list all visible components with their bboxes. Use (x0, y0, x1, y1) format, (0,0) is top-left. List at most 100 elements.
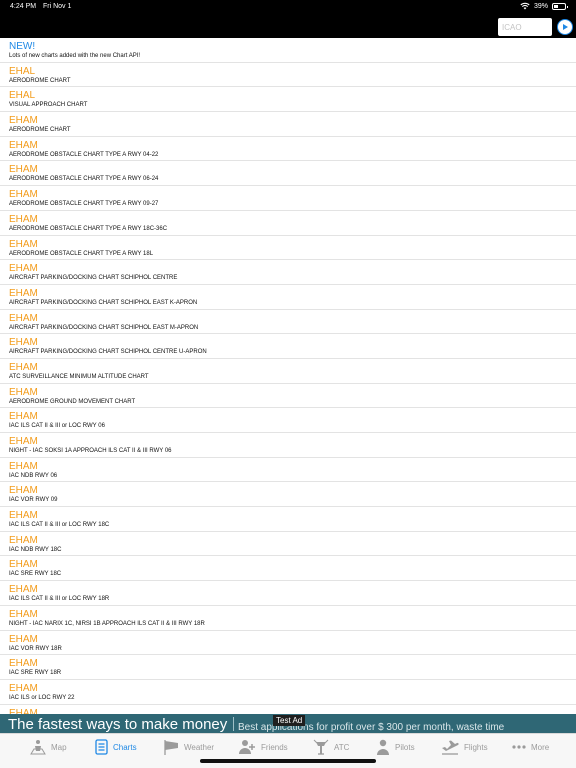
chart-name: IAC VOR RWY 18R (9, 645, 62, 652)
windsock-icon (163, 739, 179, 755)
chart-icao: EHAM (9, 436, 38, 447)
chart-row[interactable]: EHAM IAC VOR RWY 18R (0, 631, 576, 656)
chart-name: NIGHT - IAC SOKSI 1A APPROACH ILS CAT II… (9, 448, 172, 454)
chart-row[interactable]: EHAM AIRCRAFT PARKING/DOCKING CHART SCHIP… (0, 260, 576, 285)
ad-banner[interactable]: The fastest ways to make money Best appl… (0, 714, 576, 733)
tab-label: Map (51, 742, 67, 752)
tab-charts[interactable]: Charts (95, 737, 137, 757)
tab-flights[interactable]: Flights (441, 737, 488, 757)
chart-row[interactable]: EHAM AERODROME OBSTACLE CHART TYPE A RWY … (0, 137, 576, 162)
chart-icao: EHAM (9, 584, 38, 596)
pilot-person-icon (376, 739, 390, 755)
chart-list[interactable]: NEW! Lots of new charts added with the n… (0, 38, 576, 714)
tab-atc[interactable]: ATC (313, 737, 349, 757)
plane-departure-icon (441, 739, 459, 755)
nav-bar (0, 14, 576, 38)
chart-row[interactable]: EHAM IAC VOR RWY 09 (0, 482, 576, 508)
chart-icao: EHAM (9, 115, 38, 127)
icao-search-input[interactable] (498, 18, 552, 36)
chart-icao: EHAL (9, 65, 36, 77)
chart-row[interactable]: EHAM AERODROME CHART (0, 112, 576, 137)
tab-friends[interactable]: Friends (239, 737, 288, 757)
chart-row[interactable]: EHAM IAC ILS CAT II & III or LOC RWY 18R (0, 581, 576, 606)
ad-headline: The fastest ways to make money (8, 716, 228, 733)
news-title: NEW! (9, 41, 36, 52)
tab-label: Friends (261, 742, 288, 752)
chart-name: AIRCRAFT PARKING/DOCKING CHART SCHIPHOL … (9, 299, 198, 306)
wifi-icon (520, 2, 530, 10)
chart-row[interactable]: EHAL AERODROME CHART (0, 63, 576, 88)
chart-row[interactable]: EHAM AIRCRAFT PARKING/DOCKING CHART SCHIP… (0, 310, 576, 335)
document-list-icon (95, 739, 108, 755)
chart-row[interactable]: EHAM AERODROME OBSTACLE CHART TYPE A RWY … (0, 236, 576, 261)
tab-more[interactable]: More (512, 737, 549, 757)
chart-icao: EHAM (9, 238, 38, 250)
chart-name: IAC ILS CAT II & III or LOC RWY 18R (9, 596, 110, 603)
chart-row[interactable]: EHAM NIGHT - IAC NARIX 1C, NIRSI 1B APPRO… (0, 606, 576, 631)
battery-percentage: 39% (533, 2, 548, 10)
chart-icao: EHAM (9, 386, 38, 398)
chart-name: ATC SURVEILLANCE MINIMUM ALTITUDE CHART (9, 373, 149, 380)
chart-row[interactable]: EHAM AERODROME OBSTACLE CHART TYPE A RWY … (0, 211, 576, 236)
chart-row[interactable]: EHAM IAC SRE RWY 18R (0, 655, 576, 680)
news-subtitle: Lots of new charts added with the new Ch… (9, 53, 141, 59)
home-indicator (200, 759, 376, 763)
chart-name: AERODROME CHART (9, 127, 71, 134)
chart-name: IAC NDB RWY 18C (9, 546, 62, 553)
search-go-button[interactable] (557, 19, 573, 35)
chart-icao: EHAM (9, 460, 38, 472)
chart-name: IAC ILS CAT II & III or LOC RWY 06 (9, 423, 105, 430)
chart-name: AERODROME OBSTACLE CHART TYPE A RWY 06-2… (9, 176, 159, 183)
chart-icao: EHAM (9, 682, 38, 694)
ad-test-label: Test Ad (273, 715, 306, 726)
chart-row[interactable]: EHAM IAC NDB RWY 06 (0, 458, 576, 483)
chart-icao: EHAM (9, 213, 38, 225)
chart-row[interactable]: EHAM IAC ILS CAT II & III or LOC RWY 18C (0, 507, 576, 532)
status-bar: 4:24 PM Fri Nov 1 39% (0, 0, 576, 14)
chart-icao: EHAM (9, 361, 38, 373)
tab-label: Flights (464, 742, 488, 752)
battery-icon (552, 2, 568, 10)
ad-divider (233, 717, 234, 731)
chart-row[interactable]: EHAM AERODROME OBSTACLE CHART TYPE A RWY … (0, 161, 576, 187)
chart-name: AIRCRAFT PARKING/DOCKING CHART SCHIPHOL … (9, 349, 207, 356)
chart-icao: EHAM (9, 485, 38, 497)
chart-row[interactable]: EHAL VISUAL APPROACH CHART (0, 87, 576, 113)
tab-map[interactable]: Map (30, 737, 67, 757)
chart-row[interactable]: EHAM AIRCRAFT PARKING/DOCKING CHART SCHIP… (0, 334, 576, 359)
tab-label: Weather (184, 742, 215, 752)
chart-name: AERODROME CHART (9, 77, 71, 84)
chart-row[interactable]: EHAM AERODROME OBSTACLE CHART TYPE A RWY … (0, 186, 576, 211)
chart-name: NIGHT - IAC NARIX 1C, NIRSI 1B APPROACH … (9, 620, 205, 627)
chart-icao: EHAM (9, 658, 38, 670)
chart-icao: EHAM (9, 139, 38, 151)
chart-name: AIRCRAFT PARKING/DOCKING CHART SCHIPHOL … (9, 324, 199, 331)
play-icon (561, 18, 569, 36)
chart-name: AERODROME OBSTACLE CHART TYPE A RWY 18C-… (9, 225, 168, 232)
chart-name: IAC SRE RWY 18R (9, 670, 62, 677)
tab-pilots[interactable]: Pilots (376, 737, 415, 757)
chart-name: IAC ILS CAT II & III or LOC RWY 18C (9, 522, 110, 529)
chart-icao: EHAM (9, 510, 38, 522)
chart-row[interactable]: EHAM NIGHT - IAC SOKSI 1A APPROACH ILS CA… (0, 433, 576, 458)
chart-row[interactable]: EHAM IAC ILS CAT II & III or LOC RWY 06 (0, 408, 576, 433)
chart-icao: EHAM (9, 633, 38, 645)
chart-name: VISUAL APPROACH CHART (9, 102, 88, 109)
chart-icao: EHAM (9, 534, 38, 546)
chart-row[interactable]: EHAM IAC NDB RWY 18C (0, 532, 576, 557)
chart-icao: EHAL (9, 90, 36, 102)
chart-name: AERODROME OBSTACLE CHART TYPE A RWY 04-2… (9, 151, 159, 158)
add-person-icon (239, 739, 256, 755)
chart-icao: EHAM (9, 337, 38, 349)
ellipsis-icon (512, 739, 526, 755)
chart-row[interactable]: EHAM AIRCRAFT PARKING/DOCKING CHART SCHIP… (0, 285, 576, 310)
chart-row[interactable]: EHAM IAC SRE RWY 18C (0, 556, 576, 582)
chart-row[interactable]: EHAM ATC SURVEILLANCE MINIMUM ALTITUDE CH… (0, 359, 576, 384)
chart-name: AERODROME OBSTACLE CHART TYPE A RWY 18L (9, 250, 154, 257)
news-row[interactable]: NEW! Lots of new charts added with the n… (0, 38, 576, 63)
chart-name: IAC NDB RWY 06 (9, 472, 58, 479)
chart-row[interactable]: EHAM (0, 705, 576, 714)
chart-row[interactable]: EHAM AERODROME GROUND MOVEMENT CHART (0, 384, 576, 409)
tab-weather[interactable]: Weather (163, 737, 214, 757)
chart-row[interactable]: EHAM IAC ILS or LOC RWY 22 (0, 680, 576, 705)
